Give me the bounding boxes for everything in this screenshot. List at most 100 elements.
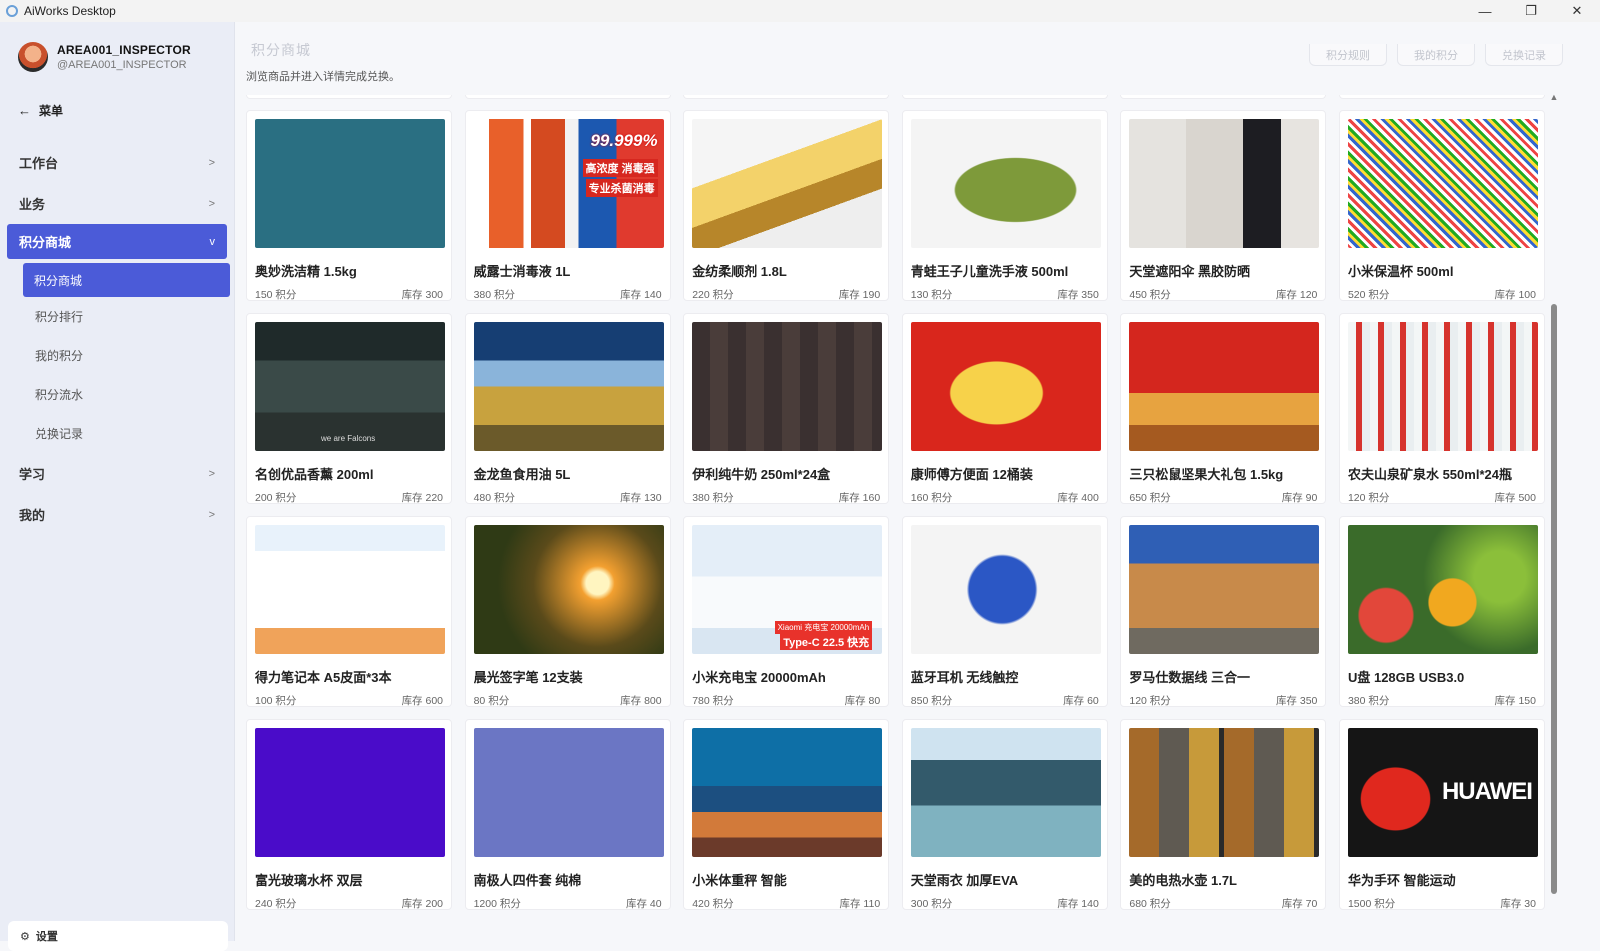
product-image [473,728,664,857]
product-card[interactable]: 天堂遮阳伞 黑胶防晒 450 积分 库存 120 [1120,110,1327,302]
product-name[interactable]: 伊利纯牛奶 250ml*24盒 [692,464,880,483]
product-name[interactable]: 天堂雨衣 加厚EVA [911,870,1099,889]
product-points: 680 积分 [1129,898,1171,910]
product-card[interactable]: 奥妙洗洁精 1.5kg 150 积分 库存 300 [246,110,452,301]
scrollbar[interactable]: ▲ [1549,92,1559,932]
main-content: 积分商城 浏览商品并进入详情完成兑换。 积分规则 我的积分 兑换记录 奥妙洗洁精… [235,22,1600,941]
product-image: HUAWEI [1347,728,1538,857]
product-card[interactable]: U盘 128GB USB3.0 380 积分 库存 150 [1338,516,1545,707]
menu-back-button[interactable]: ← 菜单 [18,102,63,119]
product-card[interactable]: 南极人四件套 纯棉 1200 积分 库存 40 [464,719,671,910]
product-stock: 库存 30 [1500,898,1536,910]
product-card[interactable]: 三只松鼠坚果大礼包 1.5kg 650 积分 库存 90 [1120,313,1327,504]
product-name[interactable]: 罗马仕数据线 三合一 [1129,667,1317,686]
product-card[interactable]: 小米保温杯 500ml 520 积分 库存 100 [1338,110,1545,301]
product-name[interactable]: 小米保温杯 500ml [1348,261,1536,280]
product-stock: 库存 300 [401,289,443,301]
product-card[interactable]: we are Falcons 名创优品香薰 200ml 200 积分 库存 220 [246,313,452,504]
product-name[interactable]: 小米体重秤 智能 [692,870,880,889]
product-name[interactable]: 康师傅方便面 12桶装 [911,464,1099,483]
product-name[interactable]: 金纺柔顺剂 1.8L [692,261,880,280]
product-name[interactable]: 天堂遮阳伞 黑胶防晒 [1129,261,1317,280]
product-image [1129,119,1320,248]
product-grid: 奥妙洗洁精 1.5kg 150 积分 库存 300 99.999% 高浓度 消毒强 专业杀… [246,110,1546,910]
product-stock: 库存 800 [620,695,662,707]
product-card[interactable]: 罗马仕数据线 三合一 120 积分 库存 350 [1120,516,1327,707]
product-name[interactable]: 威露士消毒液 1L [474,261,662,280]
product-card[interactable]: 晨光签字笔 12支装 80 积分 库存 800 [464,516,671,707]
sidebar-item-workbench[interactable]: 工作台 > [0,142,235,183]
product-meta: 200 积分 库存 220 [255,490,443,505]
product-card[interactable]: 美的电热水壶 1.7L 680 积分 库存 70 [1120,719,1327,911]
tab-points-rules[interactable]: 积分规则 [1309,44,1387,66]
product-name[interactable]: 华为手环 智能运动 [1348,870,1536,889]
product-card[interactable]: Xiaomi 充电宝 20000mAh Type-C 22.5 快充 小米充电宝 2… [683,516,890,708]
product-image-text: we are Falcons [321,434,376,443]
sidebar-item-learning[interactable]: 学习 > [0,453,235,494]
product-name[interactable]: 美的电热水壶 1.7L [1129,870,1317,889]
product-image [255,119,445,248]
product-name[interactable]: 金龙鱼食用油 5L [474,464,662,483]
product-card[interactable]: 富光玻璃水杯 双层 240 积分 库存 200 [246,719,452,910]
product-name[interactable]: 富光玻璃水杯 双层 [255,870,443,889]
product-card[interactable]: 小米体重秤 智能 420 积分 库存 110 [683,719,890,910]
product-card[interactable]: 天堂雨衣 加厚EVA 300 积分 库存 140 [901,719,1108,910]
product-name[interactable]: 南极人四件套 纯棉 [474,870,662,889]
product-card[interactable]: 金龙鱼食用油 5L 480 积分 库存 130 [464,313,671,504]
sidebar-subitem-my-points[interactable]: 我的积分 [0,336,235,375]
sidebar-item-label: 学习 [19,467,46,482]
product-meta: 150 积分 库存 300 [255,287,443,302]
product-name[interactable]: 青蛙王子儿童洗手液 500ml [911,261,1099,280]
product-card[interactable]: 农夫山泉矿泉水 550ml*24瓶 120 积分 库存 500 [1338,313,1545,504]
user-profile[interactable]: AREA001_INSPECTOR @AREA001_INSPECTOR [18,42,191,72]
settings-button[interactable]: ⚙ 设置 [8,921,228,951]
minimize-button[interactable]: — [1462,0,1508,22]
product-card[interactable]: 蓝牙耳机 无线触控 850 积分 库存 60 [901,516,1108,708]
product-stock: 库存 400 [1057,492,1099,504]
product-meta: 780 积分 库存 80 [692,693,880,708]
product-card[interactable]: 得力笔记本 A5皮面*3本 100 积分 库存 600 [246,516,452,707]
restore-button[interactable]: ❐ [1508,0,1554,22]
sidebar-item-business[interactable]: 业务 > [0,183,235,224]
product-stock: 库存 70 [1281,898,1318,910]
product-stock: 库存 190 [838,289,881,301]
tab-redeem-records[interactable]: 兑换记录 [1485,44,1563,66]
title-bar: AiWorks Desktop — ❐ ✕ [0,0,1600,22]
product-card[interactable]: 伊利纯牛奶 250ml*24盒 380 积分 库存 160 [683,313,890,504]
sidebar-subitem-points-flow[interactable]: 积分流水 [0,375,235,414]
product-name[interactable]: 小米充电宝 20000mAh [692,667,880,686]
scroll-up-icon[interactable]: ▲ [1549,92,1559,102]
product-name[interactable]: 三只松鼠坚果大礼包 1.5kg [1129,464,1317,483]
product-name[interactable]: 得力笔记本 A5皮面*3本 [255,667,443,686]
scrollbar-thumb[interactable] [1551,304,1557,894]
sidebar-subitem-redeem-records[interactable]: 兑换记录 [0,414,235,453]
tab-my-points[interactable]: 我的积分 [1397,44,1475,66]
product-card[interactable]: 金纺柔顺剂 1.8L 220 积分 库存 190 [683,110,890,301]
close-button[interactable]: ✕ [1554,0,1600,22]
product-image-text: Xiaomi 充电宝 20000mAh [774,621,873,634]
product-name[interactable]: 蓝牙耳机 无线触控 [911,667,1099,686]
product-name[interactable]: 名创优品香薰 200ml [255,464,443,483]
sidebar-item-points-mall[interactable]: 积分商城 v [7,224,227,259]
product-name[interactable]: 农夫山泉矿泉水 550ml*24瓶 [1348,464,1536,483]
sidebar-subitem-points-mall[interactable]: 积分商城 [23,263,230,297]
product-meta: 850 积分 库存 60 [911,693,1099,708]
product-image [255,728,445,857]
product-points: 520 积分 [1347,289,1390,301]
product-card[interactable]: 康师傅方便面 12桶装 160 积分 库存 400 [901,313,1108,504]
product-name[interactable]: U盘 128GB USB3.0 [1348,667,1536,686]
sidebar-item-mine[interactable]: 我的 > [0,494,235,535]
product-meta: 680 积分 库存 70 [1129,896,1317,911]
product-card[interactable]: 青蛙王子儿童洗手液 500ml 130 积分 库存 350 [901,110,1108,301]
product-name[interactable]: 晨光签字笔 12支装 [474,667,662,686]
product-card[interactable]: HUAWEI 华为手环 智能运动 1500 积分 库存 30 [1338,719,1545,910]
sidebar-item-label: 工作台 [19,156,59,171]
product-image-text: 高浓度 消毒强 [582,159,658,177]
sidebar-subitem-points-ranking[interactable]: 积分排行 [0,297,235,336]
product-points: 380 积分 [1347,695,1390,707]
product-meta: 450 积分 库存 120 [1129,287,1317,302]
product-card[interactable]: 99.999% 高浓度 消毒强 专业杀菌消毒 威露士消毒液 1L 380 积分 库存 14… [464,110,671,301]
product-name[interactable]: 奥妙洗洁精 1.5kg [255,261,443,280]
product-stock: 库存 40 [625,898,662,910]
product-stock: 库存 220 [401,492,443,504]
